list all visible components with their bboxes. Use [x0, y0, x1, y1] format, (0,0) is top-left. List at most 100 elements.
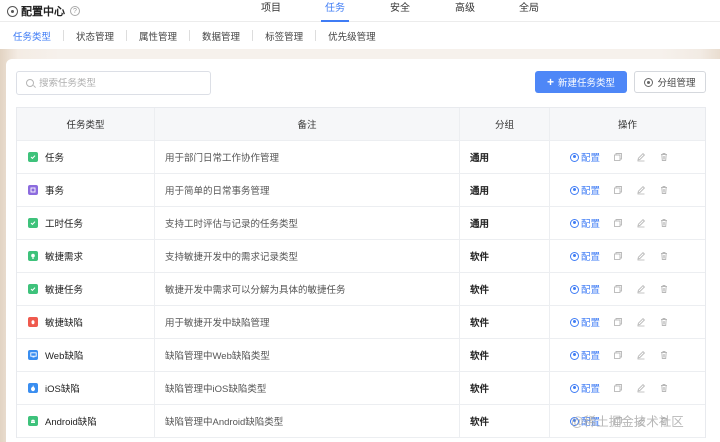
- configure-icon: [570, 350, 579, 360]
- settings-center-icon: [7, 5, 18, 17]
- configure-icon: [570, 185, 579, 195]
- delete-icon[interactable]: [659, 218, 669, 228]
- cell-actions: 配置: [550, 372, 705, 404]
- sub-nav-item[interactable]: 状态管理: [76, 29, 114, 43]
- help-icon[interactable]: ?: [70, 6, 80, 16]
- cell-type: 敏捷需求: [17, 240, 155, 272]
- top-nav-item[interactable]: 安全: [388, 0, 412, 22]
- edit-icon[interactable]: [636, 218, 646, 228]
- type-name[interactable]: Android缺陷: [45, 414, 97, 428]
- delete-icon[interactable]: [659, 284, 669, 294]
- configure-button[interactable]: 配置: [570, 150, 600, 164]
- cell-note: 用于敏捷开发中缺陷管理: [155, 306, 460, 338]
- copy-icon[interactable]: [613, 251, 623, 261]
- configure-label: 配置: [581, 219, 601, 230]
- cell-group: 软件: [460, 339, 550, 371]
- delete-icon[interactable]: [659, 350, 669, 360]
- configure-button[interactable]: 配置: [570, 315, 600, 329]
- type-name[interactable]: 工时任务: [45, 216, 83, 230]
- plus-icon: +: [546, 75, 554, 89]
- delete-icon[interactable]: [659, 152, 669, 162]
- delete-icon[interactable]: [659, 383, 669, 393]
- edit-icon[interactable]: [636, 317, 646, 327]
- type-name[interactable]: 事务: [45, 183, 64, 197]
- sub-nav-item[interactable]: 数据管理: [202, 29, 240, 43]
- type-name[interactable]: Web缺陷: [45, 348, 83, 362]
- table-row: 敏捷缺陷 用于敏捷开发中缺陷管理 软件 配置: [17, 306, 705, 339]
- configure-icon: [570, 218, 579, 228]
- edit-icon[interactable]: [636, 350, 646, 360]
- top-nav-item[interactable]: 全局: [517, 0, 541, 22]
- configure-label: 配置: [581, 285, 601, 296]
- cell-type: 事务: [17, 174, 155, 206]
- cell-actions: 配置: [550, 141, 705, 173]
- group-manage-button[interactable]: 分组管理: [634, 71, 706, 93]
- delete-icon[interactable]: [659, 317, 669, 327]
- sub-nav-item[interactable]: 优先级管理: [328, 29, 376, 43]
- table-row: 敏捷任务 敏捷开发中需求可以分解为具体的敏捷任务 软件 配置: [17, 273, 705, 306]
- column-header-group: 分组: [460, 108, 550, 140]
- top-nav-item[interactable]: 项目: [259, 0, 283, 22]
- copy-icon[interactable]: [613, 218, 623, 228]
- configure-label: 配置: [581, 318, 601, 329]
- copy-icon[interactable]: [613, 284, 623, 294]
- search-input[interactable]: [39, 77, 199, 89]
- search-box[interactable]: [16, 71, 211, 95]
- configure-button[interactable]: 配置: [570, 249, 600, 263]
- cell-group: 软件: [460, 405, 550, 437]
- cell-actions: 配置: [550, 273, 705, 305]
- edit-icon[interactable]: [636, 251, 646, 261]
- cell-note: 缺陷管理中Android缺陷类型: [155, 405, 460, 437]
- copy-icon[interactable]: [613, 383, 623, 393]
- cell-group: 通用: [460, 207, 550, 239]
- apple-icon: [28, 383, 38, 393]
- configure-label: 配置: [581, 252, 601, 263]
- configure-label: 配置: [581, 186, 601, 197]
- sub-nav-divider: [63, 30, 65, 41]
- cell-group: 通用: [460, 174, 550, 206]
- copy-icon[interactable]: [613, 317, 623, 327]
- table-header: 任务类型 备注 分组 操作: [17, 108, 705, 141]
- table-row: Web缺陷 缺陷管理中Web缺陷类型 软件 配置: [17, 339, 705, 372]
- delete-icon[interactable]: [659, 251, 669, 261]
- edit-icon[interactable]: [636, 152, 646, 162]
- sub-nav: 任务类型 状态管理 属性管理 数据管理 标签管理 优先级管理: [0, 22, 720, 49]
- sub-nav-item[interactable]: 任务类型: [13, 29, 51, 43]
- sub-nav-divider: [126, 30, 128, 41]
- configure-button[interactable]: 配置: [570, 216, 600, 230]
- top-bar: 项目 任务 安全 高级 全局 配置中心 ?: [0, 0, 720, 22]
- delete-icon[interactable]: [659, 185, 669, 195]
- group-manage-label: 分组管理: [657, 78, 696, 89]
- column-header-type: 任务类型: [17, 108, 155, 140]
- table-row: 事务 用于简单的日常事务管理 通用 配置: [17, 174, 705, 207]
- copy-icon[interactable]: [613, 185, 623, 195]
- column-header-actions: 操作: [617, 120, 637, 131]
- top-nav-item[interactable]: 高级: [453, 0, 477, 22]
- column-header-note: 备注: [155, 108, 460, 140]
- cell-actions: 配置: [550, 240, 705, 272]
- edit-icon[interactable]: [636, 284, 646, 294]
- configure-button[interactable]: 配置: [570, 348, 600, 362]
- copy-icon[interactable]: [613, 152, 623, 162]
- table-row: 工时任务 支持工时评估与记录的任务类型 通用 配置: [17, 207, 705, 240]
- type-name[interactable]: iOS缺陷: [45, 381, 80, 395]
- cell-note: 缺陷管理中Web缺陷类型: [155, 339, 460, 371]
- cell-type: 敏捷任务: [17, 273, 155, 305]
- type-name[interactable]: 敏捷需求: [45, 249, 83, 263]
- edit-icon[interactable]: [636, 185, 646, 195]
- configure-button[interactable]: 配置: [570, 183, 600, 197]
- new-task-type-button[interactable]: + 新建任务类型: [535, 71, 627, 93]
- edit-icon[interactable]: [636, 383, 646, 393]
- type-name[interactable]: 任务: [45, 150, 64, 164]
- cell-type: 敏捷缺陷: [17, 306, 155, 338]
- top-nav-item[interactable]: 任务: [323, 0, 347, 22]
- configure-button[interactable]: 配置: [570, 381, 600, 395]
- table-row: 任务 用于部门日常工作协作管理 通用 配置: [17, 141, 705, 174]
- type-name[interactable]: 敏捷缺陷: [45, 315, 83, 329]
- cell-note: 缺陷管理中iOS缺陷类型: [155, 372, 460, 404]
- sub-nav-item[interactable]: 标签管理: [265, 29, 303, 43]
- copy-icon[interactable]: [613, 350, 623, 360]
- configure-button[interactable]: 配置: [570, 282, 600, 296]
- sub-nav-item[interactable]: 属性管理: [139, 29, 177, 43]
- type-name[interactable]: 敏捷任务: [45, 282, 83, 296]
